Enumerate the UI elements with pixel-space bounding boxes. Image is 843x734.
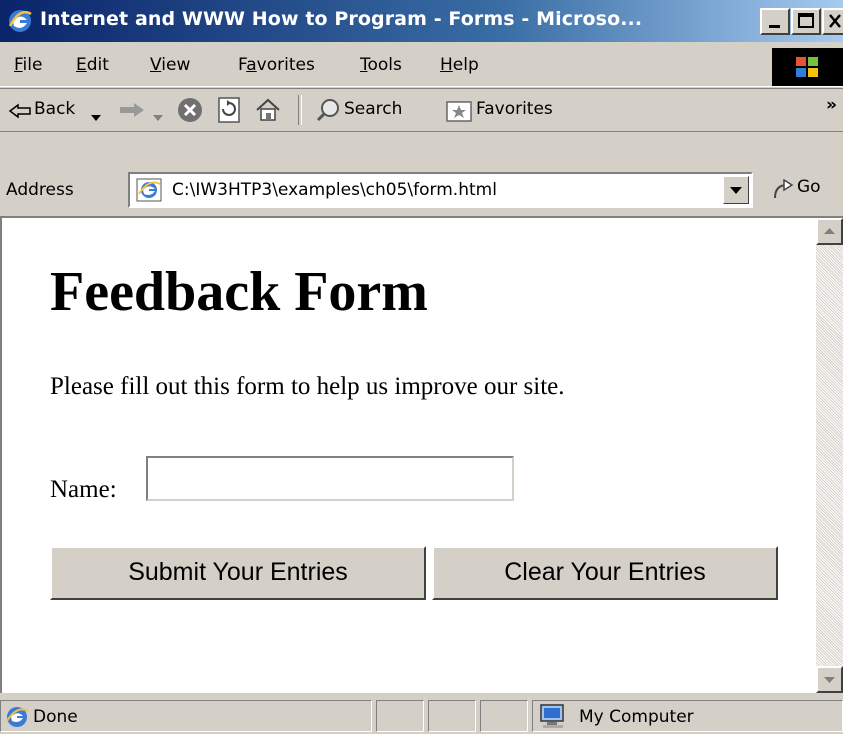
intro-text: Please fill out this form to help us imp… (50, 373, 565, 400)
status-pane (428, 700, 476, 732)
page-status-icon (5, 705, 29, 733)
page-icon (136, 178, 162, 206)
browser-window: Internet and WWW How to Program - Forms … (0, 0, 843, 734)
name-input[interactable] (146, 456, 514, 501)
close-button[interactable] (822, 8, 843, 35)
search-icon[interactable] (316, 98, 342, 126)
scroll-up-button[interactable] (816, 218, 843, 245)
back-arrow-icon[interactable] (8, 103, 32, 123)
search-button[interactable]: Search (344, 99, 402, 119)
windows-logo-icon (772, 48, 843, 86)
my-computer-icon (539, 703, 567, 733)
clear-button[interactable]: Clear Your Entries (432, 546, 778, 600)
minimize-button[interactable] (760, 8, 790, 35)
go-arrow-icon[interactable] (772, 178, 794, 205)
maximize-button[interactable] (791, 8, 821, 35)
toolbar-separator (298, 95, 302, 125)
toolbar-overflow-chevron[interactable]: » (826, 95, 837, 115)
address-dropdown-button[interactable] (723, 176, 749, 204)
go-button[interactable]: Go (797, 177, 821, 197)
back-button[interactable]: Back (34, 99, 75, 119)
ie-logo-icon (8, 9, 32, 33)
window-title: Internet and WWW How to Program - Forms … (40, 8, 643, 30)
name-label: Name: (50, 476, 117, 503)
address-field[interactable]: C:\IW3HTP3\examples\ch05\form.html (128, 172, 753, 208)
vertical-scrollbar[interactable] (816, 218, 843, 693)
menu-favorites[interactable]: Favorites (238, 55, 315, 75)
favorites-star-icon[interactable] (446, 100, 472, 126)
status-pane (376, 700, 424, 732)
status-zone-pane: My Computer (532, 700, 843, 732)
menu-bar: File Edit View Favorites Tools Help (0, 46, 843, 87)
status-bar: Done My Computer (0, 696, 843, 734)
address-url: C:\IW3HTP3\examples\ch05\form.html (172, 180, 497, 200)
status-main-pane: Done (0, 700, 372, 732)
menu-edit[interactable]: Edit (76, 55, 109, 75)
refresh-icon[interactable] (217, 97, 241, 127)
status-zone-text: My Computer (579, 707, 694, 727)
content-viewport: Feedback Form Please fill out this form … (0, 216, 843, 693)
status-pane (480, 700, 528, 732)
submit-button[interactable]: Submit Your Entries (50, 546, 426, 600)
menu-tools[interactable]: Tools (360, 55, 402, 75)
page-heading: Feedback Form (50, 261, 428, 323)
title-bar[interactable]: Internet and WWW How to Program - Forms … (0, 0, 843, 42)
favorites-button[interactable]: Favorites (476, 99, 553, 119)
forward-arrow-icon[interactable] (118, 101, 146, 123)
scroll-down-button[interactable] (816, 666, 843, 693)
menu-view[interactable]: View (150, 55, 190, 75)
home-icon[interactable] (255, 97, 281, 127)
standard-toolbar: Back Search Favorites » Address (0, 88, 843, 200)
stop-icon[interactable] (177, 97, 203, 127)
status-text: Done (33, 707, 78, 727)
menu-help[interactable]: Help (440, 55, 479, 75)
forward-dropdown-icon[interactable] (152, 107, 164, 126)
menu-file[interactable]: File (14, 55, 42, 75)
address-label: Address (6, 180, 74, 200)
back-dropdown-icon[interactable] (90, 107, 102, 126)
toolbar-buttons: Back Search Favorites » (0, 89, 843, 132)
